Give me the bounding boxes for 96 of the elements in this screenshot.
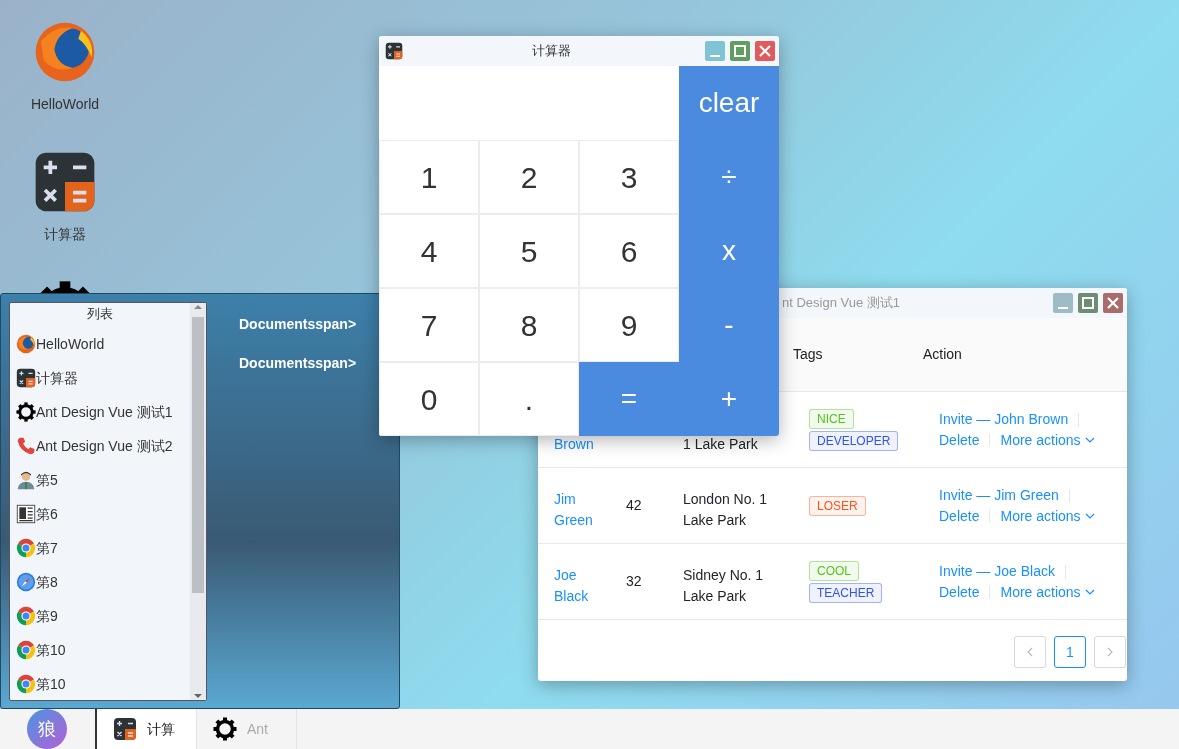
calculator-key[interactable]: 6 bbox=[579, 214, 679, 288]
tag: TEACHER bbox=[809, 582, 883, 603]
maximize-button[interactable] bbox=[1078, 293, 1098, 313]
minimize-button[interactable] bbox=[1053, 293, 1073, 313]
calculator-icon bbox=[33, 150, 97, 214]
invite-link[interactable]: Invite — Jim Green bbox=[939, 486, 1059, 503]
calculator-key[interactable]: 1 bbox=[379, 140, 479, 214]
menu-item[interactable]: 第9 bbox=[10, 599, 190, 633]
calculator-key[interactable]: 5 bbox=[479, 214, 579, 288]
avatar[interactable]: 狼 bbox=[27, 709, 67, 749]
menu-item[interactable]: Ant Design Vue 测试2 bbox=[10, 429, 190, 463]
minimize-icon bbox=[710, 55, 720, 57]
ring-icon bbox=[16, 538, 36, 558]
age-cell-text: 42 bbox=[625, 496, 643, 515]
icon-label[interactable]: HelloWorld bbox=[30, 94, 100, 115]
more-actions-link[interactable]: More actions bbox=[1000, 581, 1095, 603]
compass-icon bbox=[16, 572, 36, 592]
tag: NICE bbox=[809, 408, 854, 429]
column-header: Tags bbox=[793, 345, 824, 364]
calculator-key[interactable]: 9 bbox=[579, 288, 679, 362]
chevron-left-icon bbox=[1025, 647, 1035, 657]
window-title: 计算器 bbox=[531, 42, 572, 61]
menu-item[interactable]: 第7 bbox=[10, 531, 190, 565]
globe-icon bbox=[33, 20, 97, 84]
close-button[interactable] bbox=[1103, 293, 1123, 313]
calculator-key[interactable]: 4 bbox=[379, 214, 479, 288]
ring-icon bbox=[16, 640, 36, 660]
calculator-key[interactable]: x bbox=[679, 214, 779, 288]
calculator-key[interactable]: . bbox=[479, 362, 579, 436]
list-title: 列表 bbox=[86, 305, 114, 323]
address-cell-text: London No. 1 Lake Park bbox=[683, 490, 769, 530]
invite-link[interactable]: Invite — John Brown bbox=[939, 410, 1069, 427]
more-actions-link[interactable]: More actions bbox=[1000, 429, 1095, 451]
person-icon bbox=[16, 470, 36, 490]
calculator-icon bbox=[113, 717, 137, 741]
close-icon bbox=[758, 44, 772, 58]
menu-item[interactable]: HelloWorld bbox=[10, 327, 190, 361]
menu-item[interactable]: 第10 bbox=[10, 667, 190, 700]
taskbar-tab[interactable]: 计算 bbox=[97, 709, 197, 749]
calculator-icon bbox=[385, 42, 403, 60]
ledger-icon bbox=[16, 504, 36, 524]
menu-item[interactable]: Ant Design Vue 测试1 bbox=[10, 395, 190, 429]
menu-link[interactable]: Documentsspan> bbox=[239, 314, 357, 335]
menu-item[interactable]: 第8 bbox=[10, 565, 190, 599]
ring-icon bbox=[16, 606, 36, 626]
tag: DEVELOPER bbox=[809, 430, 899, 451]
clear-key[interactable]: clear bbox=[679, 66, 779, 140]
calculator-key[interactable]: ÷ bbox=[679, 140, 779, 214]
ring-icon bbox=[16, 674, 36, 694]
calculator-key[interactable]: 2 bbox=[479, 140, 579, 214]
address-cell-text: Sidney No. 1 Lake Park bbox=[683, 566, 765, 606]
calculator-key[interactable]: 0 bbox=[379, 362, 479, 436]
chevron-down-icon bbox=[1084, 435, 1095, 445]
close-icon bbox=[1106, 296, 1120, 310]
gear-icon bbox=[213, 717, 237, 741]
gear-icon bbox=[16, 402, 36, 422]
calculator-key[interactable]: - bbox=[679, 288, 779, 362]
more-actions-link[interactable]: More actions bbox=[1000, 505, 1095, 527]
previous-page-button[interactable] bbox=[1014, 636, 1046, 668]
maximize-icon bbox=[1081, 296, 1095, 310]
calculator-key[interactable]: 7 bbox=[379, 288, 479, 362]
invite-link[interactable]: Invite — Joe Black bbox=[939, 562, 1055, 579]
address-cell-text: 1 Lake Park bbox=[683, 435, 758, 454]
calculator-key[interactable]: 3 bbox=[579, 140, 679, 214]
chevron-right-icon bbox=[1105, 647, 1115, 657]
calculator-key[interactable]: 8 bbox=[479, 288, 579, 362]
chevron-down-icon bbox=[1084, 511, 1095, 521]
next-page-button[interactable] bbox=[1094, 636, 1126, 668]
chevron-down-icon bbox=[1084, 587, 1095, 597]
scroll-down-icon bbox=[193, 692, 203, 700]
minimize-button[interactable] bbox=[705, 41, 725, 61]
globe-icon bbox=[16, 334, 36, 354]
menu-item[interactable]: 第5 bbox=[10, 463, 190, 497]
close-button[interactable] bbox=[755, 41, 775, 61]
maximize-icon bbox=[733, 44, 747, 58]
menu-link[interactable]: Documentsspan> bbox=[239, 353, 357, 374]
phone-icon bbox=[16, 436, 36, 456]
calculator-icon bbox=[16, 368, 36, 388]
calculator-key[interactable]: + bbox=[679, 362, 779, 436]
calculator-key[interactable]: = bbox=[579, 362, 679, 436]
icon-label[interactable]: 计算器 bbox=[44, 224, 86, 245]
menu-item[interactable]: 第6 bbox=[10, 497, 190, 531]
menu-item[interactable]: 计算器 bbox=[10, 361, 190, 395]
column-header: Action bbox=[923, 345, 963, 364]
scroll-thumb[interactable] bbox=[192, 317, 204, 593]
scrollbar[interactable] bbox=[190, 303, 206, 700]
name-link[interactable]: Joe Black bbox=[554, 565, 594, 607]
name-link[interactable]: Jim Green bbox=[554, 489, 594, 531]
tag: COOL bbox=[809, 560, 859, 581]
maximize-button[interactable] bbox=[730, 41, 750, 61]
minimize-icon bbox=[1058, 307, 1068, 309]
window-title: nt Design Vue 测试1 bbox=[781, 294, 902, 313]
tag: LOSER bbox=[809, 495, 866, 516]
menu-item[interactable]: 第10 bbox=[10, 633, 190, 667]
scroll-up-icon bbox=[193, 303, 203, 311]
age-cell-text: 32 bbox=[625, 572, 643, 591]
